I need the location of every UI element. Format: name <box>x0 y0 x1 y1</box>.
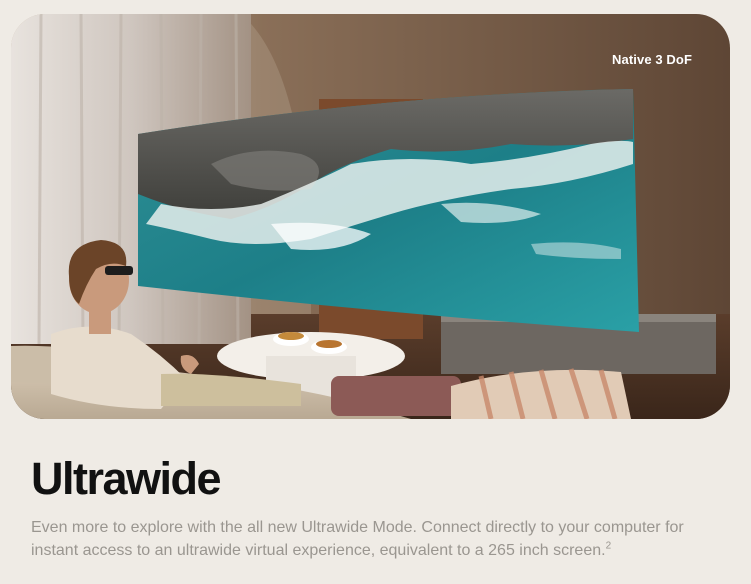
footnote-marker[interactable]: 2 <box>606 541 612 552</box>
native-3dof-badge: Native 3 DoF <box>612 52 692 67</box>
description-text: Even more to explore with the all new Ul… <box>31 519 684 559</box>
living-room-scene <box>11 14 730 419</box>
hero-image: Native 3 DoF <box>11 14 730 419</box>
page-title: Ultrawide <box>31 453 222 504</box>
feature-description: Even more to explore with the all new Ul… <box>31 516 731 562</box>
